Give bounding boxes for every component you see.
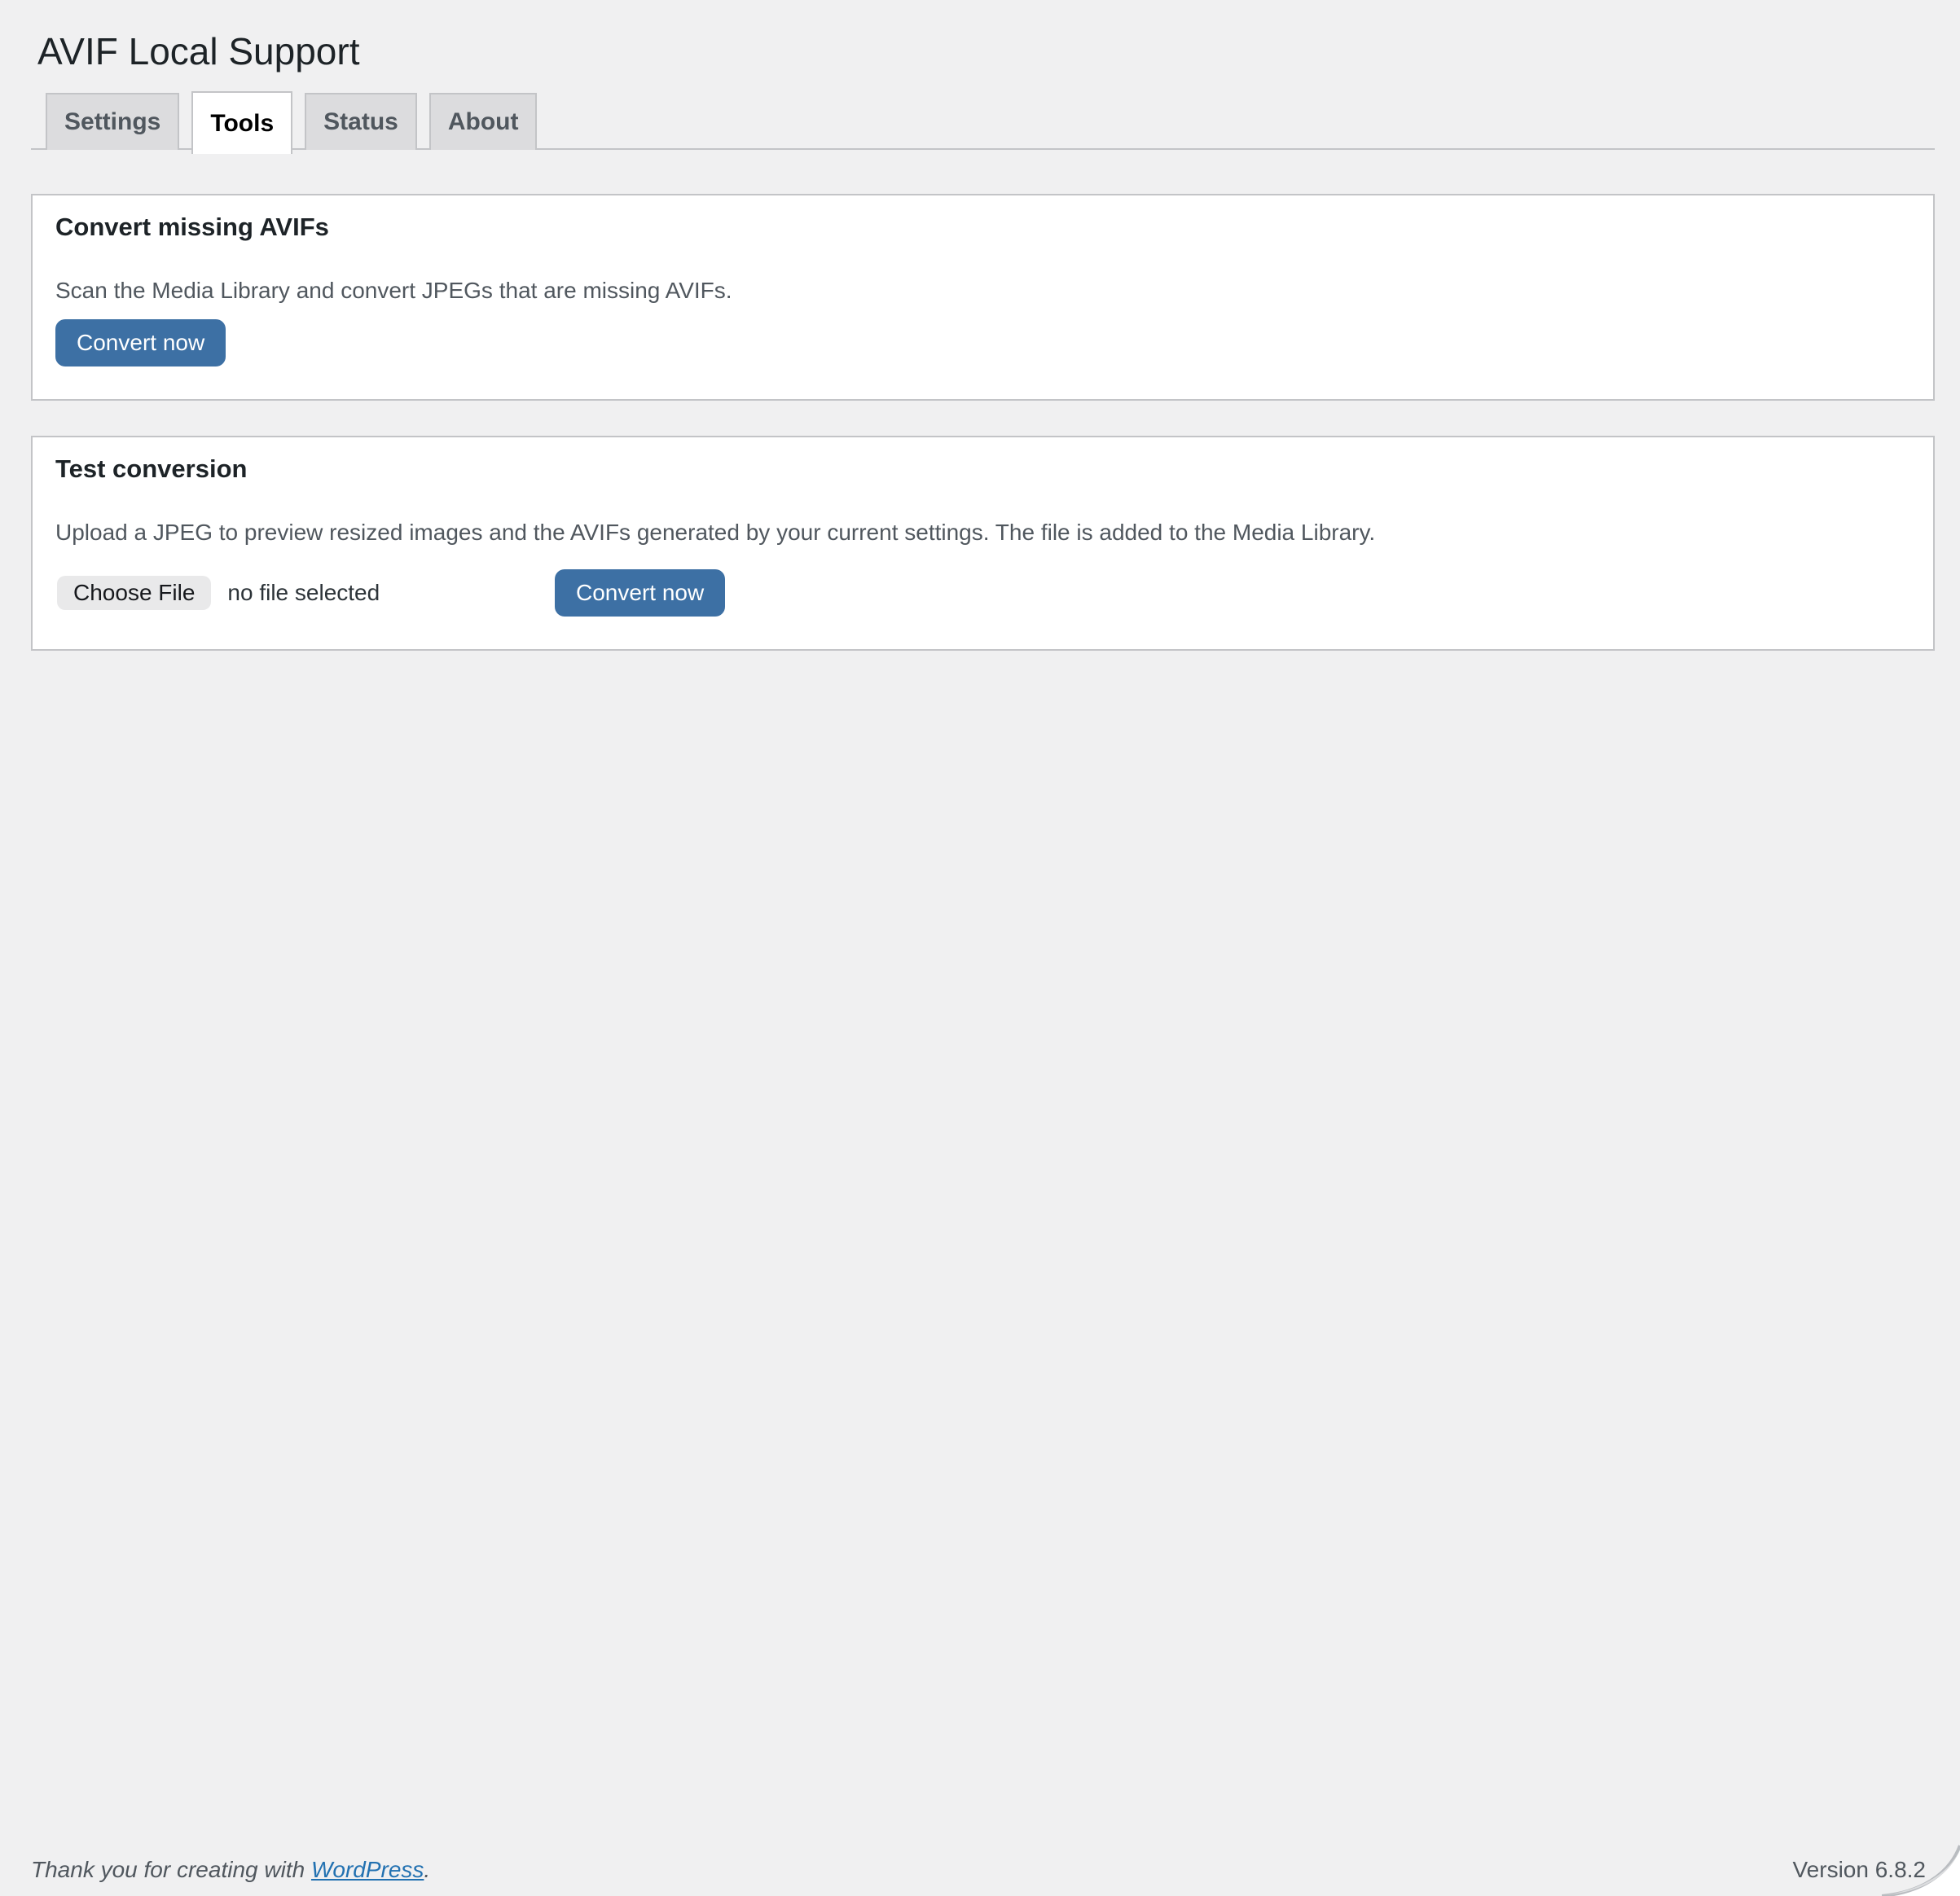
tab-about[interactable]: About (429, 93, 538, 150)
tab-bar: Settings Tools Status About (31, 86, 1935, 150)
convert-missing-card: Convert missing AVIFs Scan the Media Lib… (31, 194, 1935, 401)
convert-missing-description: Scan the Media Library and convert JPEGs… (55, 276, 1910, 305)
admin-page: AVIF Local Support Settings Tools Status… (0, 0, 1960, 1896)
footer-version: Version 6.8.2 (1793, 1857, 1926, 1883)
tab-status[interactable]: Status (305, 93, 417, 150)
test-conversion-controls: Choose File no file selected Convert now (55, 569, 1910, 617)
choose-file-button[interactable]: Choose File (57, 576, 211, 610)
test-conversion-title: Test conversion (55, 454, 1910, 485)
wordpress-link[interactable]: WordPress (311, 1857, 424, 1882)
content-wrap: AVIF Local Support Settings Tools Status… (31, 0, 1935, 651)
convert-missing-button[interactable]: Convert now (55, 319, 226, 366)
footer-thanks-prefix: Thank you for creating with (31, 1857, 311, 1882)
test-conversion-card: Test conversion Upload a JPEG to preview… (31, 436, 1935, 651)
tab-settings[interactable]: Settings (46, 93, 179, 150)
admin-footer: Thank you for creating with WordPress. V… (31, 1857, 1926, 1883)
test-conversion-description: Upload a JPEG to preview resized images … (55, 518, 1910, 546)
tab-tools[interactable]: Tools (191, 91, 292, 154)
convert-missing-title: Convert missing AVIFs (55, 212, 1910, 244)
page-title: AVIF Local Support (37, 29, 1935, 74)
file-input: Choose File no file selected (57, 569, 555, 617)
file-input-status: no file selected (227, 580, 380, 606)
test-convert-button[interactable]: Convert now (555, 569, 725, 617)
footer-thanks-suffix: . (424, 1857, 430, 1882)
footer-thanks: Thank you for creating with WordPress. (31, 1857, 430, 1883)
